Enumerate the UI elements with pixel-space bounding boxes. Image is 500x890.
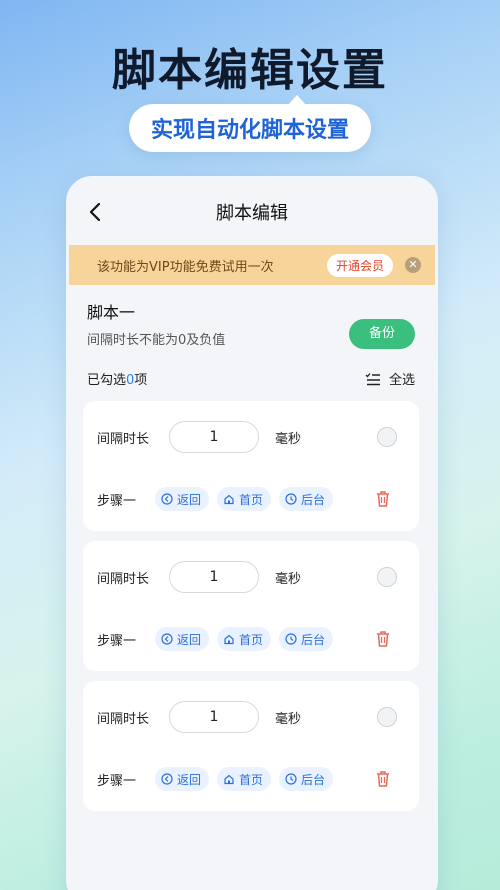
checklist-icon: [365, 372, 380, 385]
interval-unit: 毫秒: [275, 431, 302, 447]
selection-row: 已勾选0项 全选: [87, 369, 415, 388]
home-icon: [224, 774, 234, 785]
backup-button[interactable]: 备份: [349, 319, 415, 349]
home-button[interactable]: 首页: [217, 627, 272, 651]
history-icon: [285, 493, 297, 505]
trash-icon[interactable]: [375, 490, 391, 508]
page-title: 脚本编辑: [216, 203, 288, 224]
interval-unit: 毫秒: [275, 711, 302, 727]
select-all-button[interactable]: 全选: [365, 369, 415, 388]
chevron-left-icon[interactable]: [85, 201, 107, 223]
select-radio[interactable]: [377, 427, 397, 447]
step-label: 步骤一: [97, 773, 137, 789]
back-button[interactable]: 返回: [155, 487, 210, 511]
back-button[interactable]: 返回: [155, 767, 210, 791]
select-radio[interactable]: [377, 567, 397, 587]
hero-subtitle-wrap: 实现自动化脚本设置: [0, 95, 500, 152]
selected-count-label: 已勾选0项: [87, 373, 148, 388]
step-card: 间隔时长 1 毫秒 步骤一 返回 首页 后台: [83, 681, 419, 811]
history-icon: [285, 773, 297, 785]
vip-banner: 该功能为VIP功能免费试用一次 开通会员 ✕: [69, 245, 435, 285]
home-button[interactable]: 首页: [217, 767, 272, 791]
back-circle-icon: [161, 773, 173, 785]
interval-label: 间隔时长: [97, 431, 150, 447]
history-icon: [285, 633, 297, 645]
script-header: 脚本一 间隔时长不能为0及负值 备份 已勾选0项 全选: [69, 285, 435, 405]
nav-bar: 脚本编辑: [69, 179, 435, 245]
step-label: 步骤一: [97, 493, 137, 509]
background-button[interactable]: 后台: [279, 627, 334, 651]
background-button[interactable]: 后台: [279, 487, 334, 511]
close-icon[interactable]: ✕: [405, 257, 421, 273]
back-button[interactable]: 返回: [155, 627, 210, 651]
interval-input[interactable]: 1: [169, 421, 259, 453]
interval-input[interactable]: 1: [169, 701, 259, 733]
hero-title: 脚本编辑设置: [112, 45, 388, 96]
hero-subtitle: 实现自动化脚本设置: [128, 95, 371, 152]
open-vip-button[interactable]: 开通会员: [326, 253, 393, 277]
trash-icon[interactable]: [375, 770, 391, 788]
home-button[interactable]: 首页: [217, 487, 272, 511]
interval-input[interactable]: 1: [169, 561, 259, 593]
interval-unit: 毫秒: [275, 571, 302, 587]
phone-screen: 脚本编辑 该功能为VIP功能免费试用一次 开通会员 ✕ 脚本一 间隔时长不能为0…: [66, 176, 438, 890]
home-icon: [224, 494, 234, 505]
home-icon: [224, 634, 234, 645]
trash-icon[interactable]: [375, 630, 391, 648]
step-label: 步骤一: [97, 633, 137, 649]
back-circle-icon: [161, 493, 173, 505]
background-button[interactable]: 后台: [279, 767, 334, 791]
step-card: 间隔时长 1 毫秒 步骤一 返回 首页 后台: [83, 541, 419, 671]
back-circle-icon: [161, 633, 173, 645]
select-all-label: 全选: [388, 373, 415, 388]
vip-banner-text: 该功能为VIP功能免费试用一次: [97, 259, 274, 275]
interval-label: 间隔时长: [97, 711, 150, 727]
interval-label: 间隔时长: [97, 571, 150, 587]
step-card: 间隔时长 1 毫秒 步骤一 返回 首页 后台: [83, 401, 419, 531]
select-radio[interactable]: [377, 707, 397, 727]
